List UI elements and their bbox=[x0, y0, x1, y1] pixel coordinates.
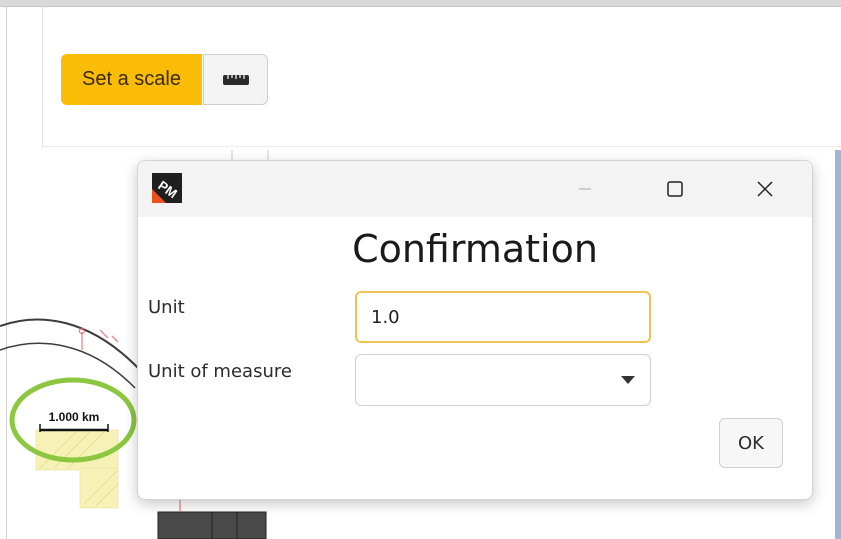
dialog-titlebar[interactable]: PM bbox=[138, 161, 812, 217]
unit-of-measure-select[interactable] bbox=[355, 354, 651, 406]
unit-of-measure-label: Unit of measure bbox=[148, 361, 292, 382]
ruler-button[interactable] bbox=[203, 54, 268, 105]
background-window-edge bbox=[835, 150, 841, 539]
close-button[interactable] bbox=[742, 169, 788, 209]
minimize-button[interactable] bbox=[562, 169, 608, 209]
ok-button[interactable]: OK bbox=[719, 418, 783, 468]
ruler-icon bbox=[222, 74, 249, 85]
dialog-title: Confirmation bbox=[352, 227, 598, 271]
unit-label: Unit bbox=[148, 297, 185, 318]
panel-divider bbox=[42, 6, 43, 148]
maximize-icon bbox=[667, 181, 683, 197]
app-logo-icon: PM bbox=[152, 173, 182, 203]
set-scale-button[interactable]: Set a scale bbox=[61, 54, 202, 105]
maximize-button[interactable] bbox=[652, 169, 698, 209]
chevron-down-icon bbox=[621, 376, 635, 384]
toolbar-divider bbox=[42, 146, 841, 147]
close-icon bbox=[757, 181, 773, 197]
scale-bar-label: 1.000 km bbox=[49, 410, 100, 424]
set-scale-label: Set a scale bbox=[82, 68, 181, 90]
unit-input[interactable] bbox=[355, 291, 651, 343]
ok-label: OK bbox=[738, 432, 764, 454]
minimize-icon bbox=[579, 188, 591, 190]
app-top-border bbox=[0, 0, 841, 7]
confirmation-dialog: PM Confirmation Unit Unit of measure bbox=[137, 160, 813, 500]
